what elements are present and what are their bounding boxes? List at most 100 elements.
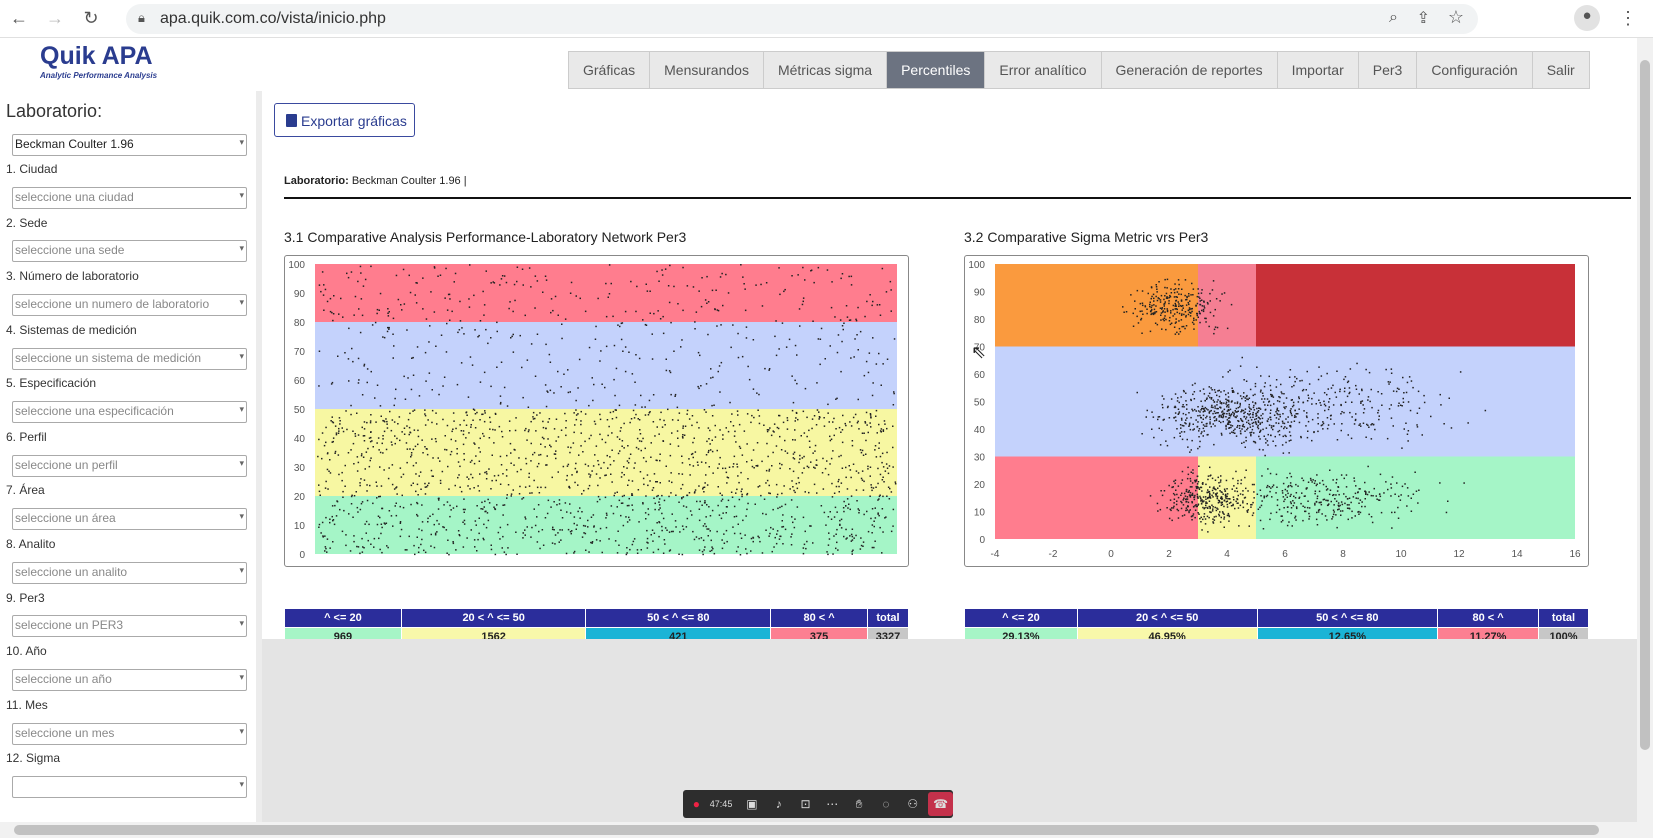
- chart1-point: [424, 351, 427, 354]
- chart1-point: [332, 541, 334, 543]
- chart1-point: [418, 395, 421, 397]
- export-charts-button[interactable]: Exportar gráficas: [274, 103, 415, 137]
- share-screen-icon[interactable]: ⊡: [792, 797, 819, 811]
- chart1-point: [338, 430, 340, 432]
- tab-mensurandos[interactable]: Mensurandos: [649, 51, 763, 89]
- area-select[interactable]: seleccione un área: [12, 508, 247, 530]
- participants-icon[interactable]: ⚇: [899, 797, 926, 811]
- bookmark-star-icon[interactable]: ☆: [1448, 7, 1464, 28]
- chart2-point: [1197, 485, 1199, 488]
- chart2-point: [1258, 407, 1261, 409]
- chart1-point: [832, 553, 834, 555]
- mes-select[interactable]: seleccione un mes: [12, 723, 247, 745]
- tab-salir[interactable]: Salir: [1531, 51, 1590, 89]
- chart1-point: [526, 439, 528, 441]
- chart2-point: [1194, 479, 1196, 482]
- ano-select[interactable]: seleccione un año: [12, 669, 247, 691]
- chart1-point: [875, 486, 877, 488]
- horizontal-scrollbar-thumb[interactable]: [14, 825, 1599, 835]
- ciudad-select[interactable]: seleccione una ciudad: [12, 187, 247, 209]
- share-icon[interactable]: ⇪: [1417, 8, 1430, 28]
- chart1-point: [698, 387, 700, 390]
- chart2-point: [1355, 388, 1358, 390]
- tab-error-analitico[interactable]: Error analítico: [984, 51, 1101, 89]
- tab-percentiles[interactable]: Percentiles: [886, 51, 985, 89]
- laboratory-select[interactable]: Beckman Coulter 1.96: [12, 134, 247, 156]
- microphone-icon[interactable]: ♪: [765, 797, 792, 811]
- chart1-point: [318, 526, 320, 528]
- chart1-point: [869, 414, 872, 416]
- chart2-point: [1260, 414, 1262, 417]
- perfil-select[interactable]: seleccione un perfil: [12, 455, 247, 477]
- chart1-point: [432, 475, 434, 477]
- chart2-point: [1370, 438, 1373, 440]
- chart1-point: [775, 320, 777, 322]
- chart1-point: [696, 421, 698, 424]
- numero-laboratorio-select[interactable]: seleccione un numero de laboratorio: [12, 294, 247, 316]
- chart1-point: [419, 471, 422, 473]
- chart1-point: [334, 504, 336, 507]
- chart1-point: [810, 461, 812, 463]
- raise-hand-icon[interactable]: ✋︎: [846, 797, 873, 812]
- chart2-point: [1311, 418, 1314, 421]
- chart1-point: [636, 549, 639, 551]
- profile-avatar-icon[interactable]: ●: [1574, 5, 1600, 31]
- back-icon[interactable]: ←: [8, 7, 30, 29]
- chart2-point: [1316, 524, 1319, 526]
- tab-generacion-reportes[interactable]: Generación de reportes: [1100, 51, 1277, 89]
- vertical-scrollbar-thumb[interactable]: [1640, 60, 1650, 750]
- chart2-point: [1315, 403, 1317, 405]
- chart1-point: [609, 411, 612, 414]
- tab-graficas[interactable]: Gráficas: [568, 51, 650, 89]
- address-bar[interactable]: 🔒︎ apa.quik.com.co/vista/inicio.php ⌕ ⇪ …: [126, 4, 1478, 34]
- analito-select[interactable]: seleccione un analito: [12, 562, 247, 584]
- chart2-point: [1239, 425, 1241, 427]
- chart1-point: [516, 553, 518, 555]
- chart1-point: [424, 424, 427, 426]
- browser-menu-icon[interactable]: ⋮: [1617, 7, 1639, 29]
- chart2-point: [1154, 322, 1157, 324]
- chart2-xtick-14: 14: [1511, 549, 1523, 560]
- chart2-point: [1358, 513, 1360, 515]
- tab-importar[interactable]: Importar: [1276, 51, 1358, 89]
- sigma-select[interactable]: [12, 776, 247, 798]
- chart2-point: [1226, 514, 1229, 517]
- chart2-point: [1201, 490, 1203, 492]
- per3-select[interactable]: seleccione un PER3: [12, 615, 247, 637]
- sistema-medicion-select[interactable]: seleccione un sistema de medición: [12, 348, 247, 370]
- chart2-point: [1410, 510, 1413, 512]
- chart1-point: [486, 512, 489, 514]
- especificacion-select[interactable]: seleccione una especificación: [12, 401, 247, 423]
- chart1-point: [609, 463, 612, 466]
- camera-off-icon[interactable]: ▣: [739, 797, 766, 811]
- chat-icon[interactable]: ◌: [873, 797, 900, 811]
- chart1-point: [842, 507, 845, 509]
- chart2-point: [1197, 415, 1199, 417]
- chart1-point: [869, 466, 872, 468]
- hang-up-icon[interactable]: ☎︎: [928, 792, 953, 816]
- tab-per3[interactable]: Per3: [1357, 51, 1417, 89]
- chart1-point: [382, 336, 384, 338]
- chart2-point: [1370, 388, 1372, 391]
- logo[interactable]: Quik APA: [40, 42, 153, 71]
- sede-select[interactable]: seleccione una sede: [12, 240, 247, 262]
- chart2-point: [1177, 288, 1180, 290]
- zoom-icon[interactable]: ⌕: [1389, 9, 1398, 27]
- chart2-point: [1164, 301, 1166, 303]
- chart2-point: [1193, 398, 1196, 400]
- forward-icon[interactable]: →: [44, 7, 66, 29]
- chart2-point: [1250, 433, 1252, 436]
- chart2-point: [1304, 510, 1306, 513]
- reload-icon[interactable]: ↻: [80, 7, 102, 29]
- chart1-point: [387, 308, 389, 310]
- tab-configuracion[interactable]: Configuración: [1416, 51, 1532, 89]
- chart1-point: [821, 472, 824, 474]
- chart2-point: [1336, 526, 1338, 529]
- chart1-point: [570, 446, 572, 449]
- tab-metricas-sigma[interactable]: Métricas sigma: [762, 51, 887, 89]
- chart1-point: [331, 416, 333, 418]
- chart1-point: [357, 280, 359, 283]
- chart1-point: [453, 281, 455, 283]
- chart1-point: [531, 492, 533, 494]
- more-options-icon[interactable]: ⋯: [819, 797, 846, 811]
